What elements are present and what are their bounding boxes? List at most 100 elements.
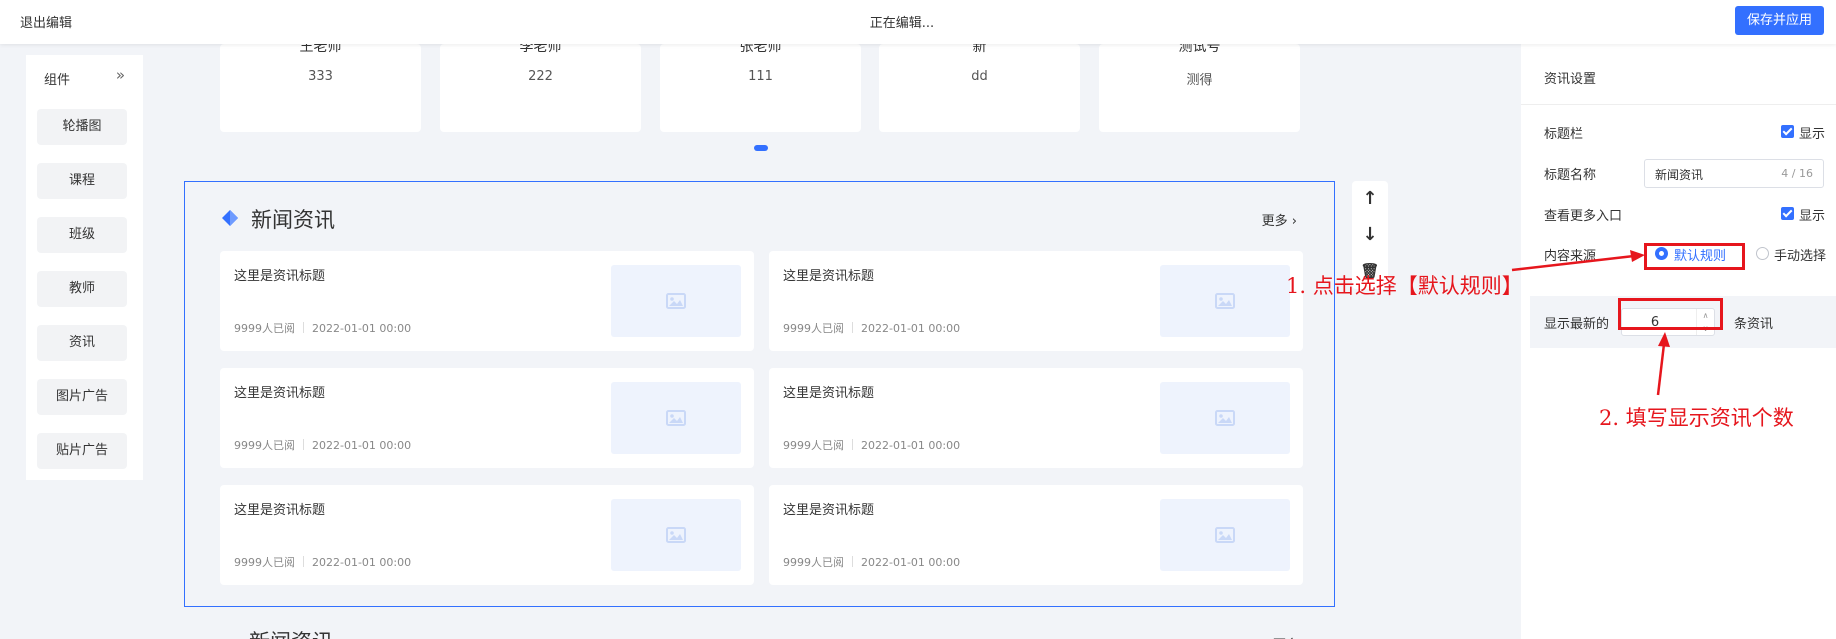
image-icon — [1215, 527, 1235, 543]
radio-manual-select[interactable] — [1756, 247, 1769, 260]
news-card-meta: 9999人已阅 2022-01-01 00:00 — [783, 320, 960, 336]
teacher-name: 新 — [972, 44, 987, 55]
image-icon — [666, 293, 686, 309]
views-count: 9999人已阅 — [783, 556, 844, 569]
views-count: 9999人已阅 — [783, 439, 844, 452]
news-card-title: 这里是资讯标题 — [783, 386, 875, 401]
news-date: 2022-01-01 00:00 — [312, 556, 412, 569]
next-news-section-title: 新闻资讯 — [249, 626, 333, 639]
components-header: 组件 — [44, 73, 71, 88]
more-entry-check-label[interactable]: 显示 — [1799, 205, 1825, 224]
news-card-meta: 9999人已阅 2022-01-01 00:00 — [234, 554, 411, 570]
divider — [1521, 104, 1836, 105]
component-class[interactable]: 班级 — [37, 217, 127, 253]
editing-status: 正在编辑... — [869, 16, 935, 31]
news-date: 2022-01-01 00:00 — [312, 322, 412, 335]
title-bar-check-label[interactable]: 显示 — [1799, 123, 1825, 142]
image-icon — [1215, 410, 1235, 426]
views-count: 9999人已阅 — [234, 556, 295, 569]
news-card-title: 这里是资讯标题 — [234, 269, 326, 284]
image-icon — [666, 410, 686, 426]
component-patch-ad[interactable]: 贴片广告 — [37, 433, 127, 469]
latest-suffix: 条资讯 — [1734, 317, 1774, 332]
settings-panel: 资讯设置 标题栏 显示 标题名称 新闻资讯 4 / 16 查看更多入口 显示 内… — [1521, 44, 1836, 639]
title-name-label: 标题名称 — [1544, 168, 1597, 183]
views-count: 9999人已阅 — [234, 322, 295, 335]
teacher-name: 李老师 — [519, 44, 562, 55]
news-date: 2022-01-01 00:00 — [861, 439, 961, 452]
news-card[interactable]: 这里是资讯标题 9999人已阅 2022-01-01 00:00 — [769, 368, 1303, 468]
views-count: 9999人已阅 — [783, 322, 844, 335]
teacher-card[interactable]: 李老师 222 — [440, 44, 641, 132]
news-section-title: 新闻资讯 — [251, 208, 335, 232]
save-and-apply-button[interactable]: 保存并应用 — [1734, 6, 1824, 35]
annotation-box-count — [1618, 298, 1723, 330]
news-card-title: 这里是资讯标题 — [783, 269, 875, 284]
top-bar: 退出编辑 正在编辑... 保存并应用 — [0, 0, 1836, 44]
teacher-desc: 111 — [748, 69, 773, 84]
title-name-value: 新闻资讯 — [1655, 168, 1704, 182]
carousel-dot[interactable] — [754, 145, 768, 151]
news-date: 2022-01-01 00:00 — [861, 556, 961, 569]
news-card-meta: 9999人已阅 2022-01-01 00:00 — [234, 437, 411, 453]
image-placeholder — [611, 265, 741, 337]
title-bar-checkbox[interactable] — [1781, 125, 1794, 138]
news-block-selected[interactable]: 新闻资讯 更多 › 这里是资讯标题 9999人已阅 2022-01-01 00:0… — [184, 181, 1335, 607]
teacher-desc: dd — [971, 69, 988, 84]
annotation-box-default-rule — [1644, 243, 1745, 270]
news-card[interactable]: 这里是资讯标题 9999人已阅 2022-01-01 00:00 — [220, 368, 754, 468]
teacher-name: 测试号 — [1178, 44, 1221, 55]
more-entry-checkbox[interactable] — [1781, 207, 1794, 220]
title-name-count: 4 / 16 — [1781, 167, 1813, 180]
teacher-card[interactable]: 王老师 333 — [220, 44, 421, 132]
teacher-desc: 333 — [308, 69, 333, 84]
move-down-icon[interactable]: ↓ — [1352, 220, 1388, 250]
image-placeholder — [611, 499, 741, 571]
news-card-title: 这里是资讯标题 — [783, 503, 875, 518]
teacher-desc: 222 — [528, 69, 553, 84]
views-count: 9999人已阅 — [234, 439, 295, 452]
diamond-icon — [222, 210, 238, 226]
news-card[interactable]: 这里是资讯标题 9999人已阅 2022-01-01 00:00 — [769, 251, 1303, 351]
news-card-meta: 9999人已阅 2022-01-01 00:00 — [234, 320, 411, 336]
image-placeholder — [1160, 499, 1290, 571]
news-card-meta: 9999人已阅 2022-01-01 00:00 — [783, 437, 960, 453]
news-date: 2022-01-01 00:00 — [861, 322, 961, 335]
component-teacher[interactable]: 教师 — [37, 271, 127, 307]
teacher-name: 王老师 — [299, 44, 342, 55]
collapse-icon[interactable]: » — [116, 66, 125, 84]
annotation-step-2: 2. 填写显示资讯个数 — [1599, 406, 1794, 430]
component-carousel[interactable]: 轮播图 — [37, 109, 127, 145]
next-more-link[interactable]: 更多 — [1273, 634, 1299, 639]
component-image-ad[interactable]: 图片广告 — [37, 379, 127, 415]
teacher-card[interactable]: 测试号 测得 — [1099, 44, 1300, 132]
image-placeholder — [1160, 265, 1290, 337]
component-course[interactable]: 课程 — [37, 163, 127, 199]
teacher-card[interactable]: 张老师 111 — [660, 44, 861, 132]
news-card[interactable]: 这里是资讯标题 9999人已阅 2022-01-01 00:00 — [220, 485, 754, 585]
image-placeholder — [611, 382, 741, 454]
component-news[interactable]: 资讯 — [37, 325, 127, 361]
more-link[interactable]: 更多 › — [1262, 210, 1297, 229]
teacher-name: 张老师 — [739, 44, 782, 55]
teacher-desc: 测得 — [1186, 73, 1213, 88]
components-panel: 组件 » 轮播图 课程 班级 教师 资讯 图片广告 贴片广告 — [26, 55, 143, 480]
news-card[interactable]: 这里是资讯标题 9999人已阅 2022-01-01 00:00 — [769, 485, 1303, 585]
news-date: 2022-01-01 00:00 — [312, 439, 412, 452]
move-up-icon[interactable]: ↑ — [1352, 184, 1388, 214]
image-icon — [1215, 293, 1235, 309]
news-card[interactable]: 这里是资讯标题 9999人已阅 2022-01-01 00:00 — [220, 251, 754, 351]
teacher-card[interactable]: 新 dd — [879, 44, 1080, 132]
preview-canvas: 王老师 333 李老师 222 张老师 111 新 dd 测试号 测得 新闻资讯… — [183, 44, 1336, 639]
news-card-meta: 9999人已阅 2022-01-01 00:00 — [783, 554, 960, 570]
title-name-input[interactable]: 新闻资讯 4 / 16 — [1644, 159, 1824, 188]
content-source-label: 内容来源 — [1544, 249, 1597, 264]
settings-title: 资讯设置 — [1544, 72, 1597, 87]
news-card-title: 这里是资讯标题 — [234, 503, 326, 518]
image-icon — [666, 527, 686, 543]
image-placeholder — [1160, 382, 1290, 454]
news-card-title: 这里是资讯标题 — [234, 386, 326, 401]
latest-label: 显示最新的 — [1544, 317, 1610, 332]
manual-select-label[interactable]: 手动选择 — [1774, 245, 1826, 264]
more-entry-label: 查看更多入口 — [1544, 209, 1623, 224]
